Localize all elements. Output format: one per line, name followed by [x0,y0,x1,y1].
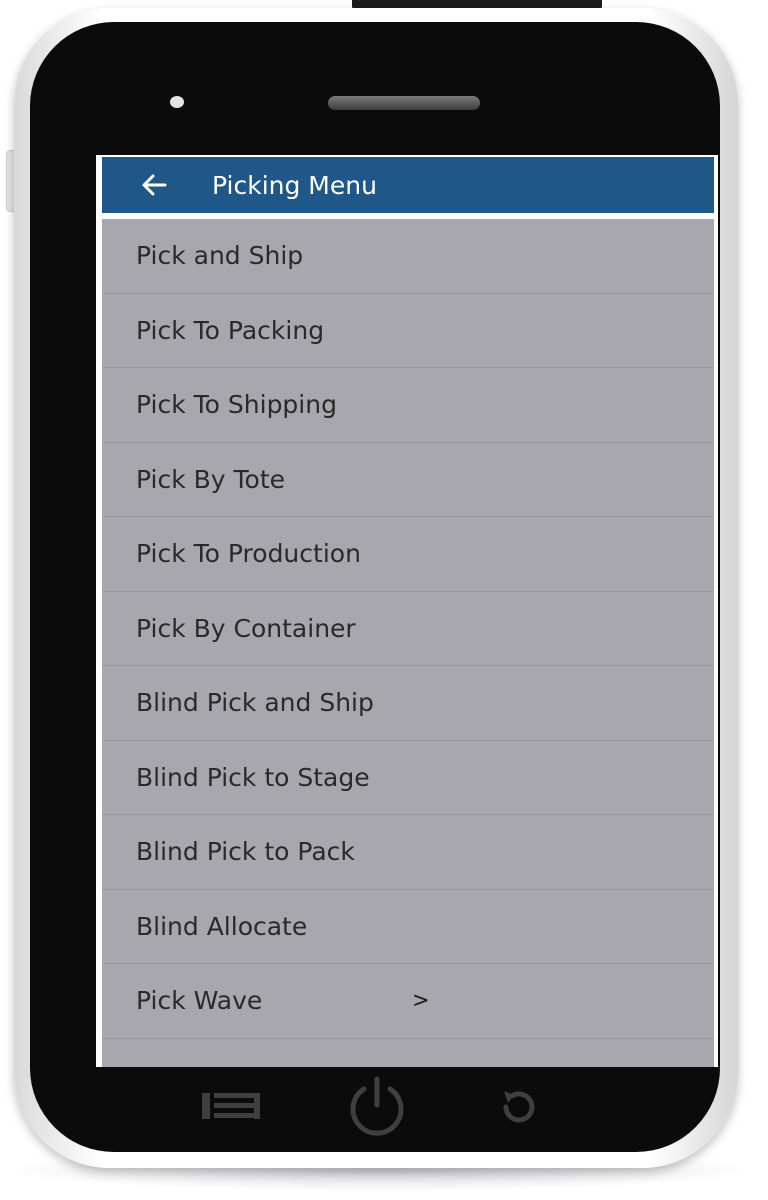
menu-item-blind-allocate[interactable]: Blind Allocate [102,890,714,964]
menu-item-label: Blind Allocate [136,911,308,941]
stage: Picking Menu Pick and Ship Pick To Packi… [0,0,768,1200]
menu-item-label: Pick By Container [136,613,356,643]
earpiece-speaker [328,96,480,110]
menu-item-label: Pick Wave [136,986,263,1016]
back-rotate-icon[interactable] [496,1087,540,1131]
menu-item-label: Blind Pick and Ship [136,688,374,718]
power-icon[interactable] [344,1075,410,1141]
menu-item-label: Pick By Tote [136,464,286,494]
arrow-left-icon[interactable] [138,169,170,201]
menu-item-blind-pick-to-stage[interactable]: Blind Pick to Stage [102,741,714,815]
menu-item-pick-to-shipping[interactable]: Pick To Shipping [102,368,714,443]
menu-item-label: Blind Pick to Pack [136,837,355,867]
menu-item-label: Pick and Ship [136,241,304,271]
menu-item-pick-and-ship[interactable]: Pick and Ship [102,219,714,294]
menu-item-pick-by-tote[interactable]: Pick By Tote [102,443,714,517]
menu-item-label: Pick To Production [136,539,361,569]
device-screen: Picking Menu Pick and Ship Pick To Packi… [96,155,718,1067]
menu-item-pick-wave[interactable]: Pick Wave > [102,964,714,1039]
picking-menu-list: Pick and Ship Pick To Packing Pick To Sh… [102,219,714,1067]
front-camera [170,96,184,108]
phone-body: Picking Menu Pick and Ship Pick To Packi… [30,22,720,1152]
menu-item-pick-to-packing[interactable]: Pick To Packing [102,294,714,368]
menu-item-pick-by-container[interactable]: Pick By Container [102,592,714,666]
menu-icon[interactable] [200,1089,264,1127]
menu-item-label: Pick To Shipping [136,390,337,420]
menu-item-pick-to-production[interactable]: Pick To Production [102,517,714,592]
device-nav-bar [190,1075,550,1139]
menu-item-label: Pick To Packing [136,315,325,345]
chevron-right-icon: > [412,988,430,1012]
menu-item-blind-pick-to-pack[interactable]: Blind Pick to Pack [102,815,714,890]
menu-item-label: Blind Pick to Stage [136,762,370,792]
menu-item-blind-pick-and-ship[interactable]: Blind Pick and Ship [102,666,714,741]
app-bar: Picking Menu [102,157,714,213]
page-title: Picking Menu [212,170,377,200]
